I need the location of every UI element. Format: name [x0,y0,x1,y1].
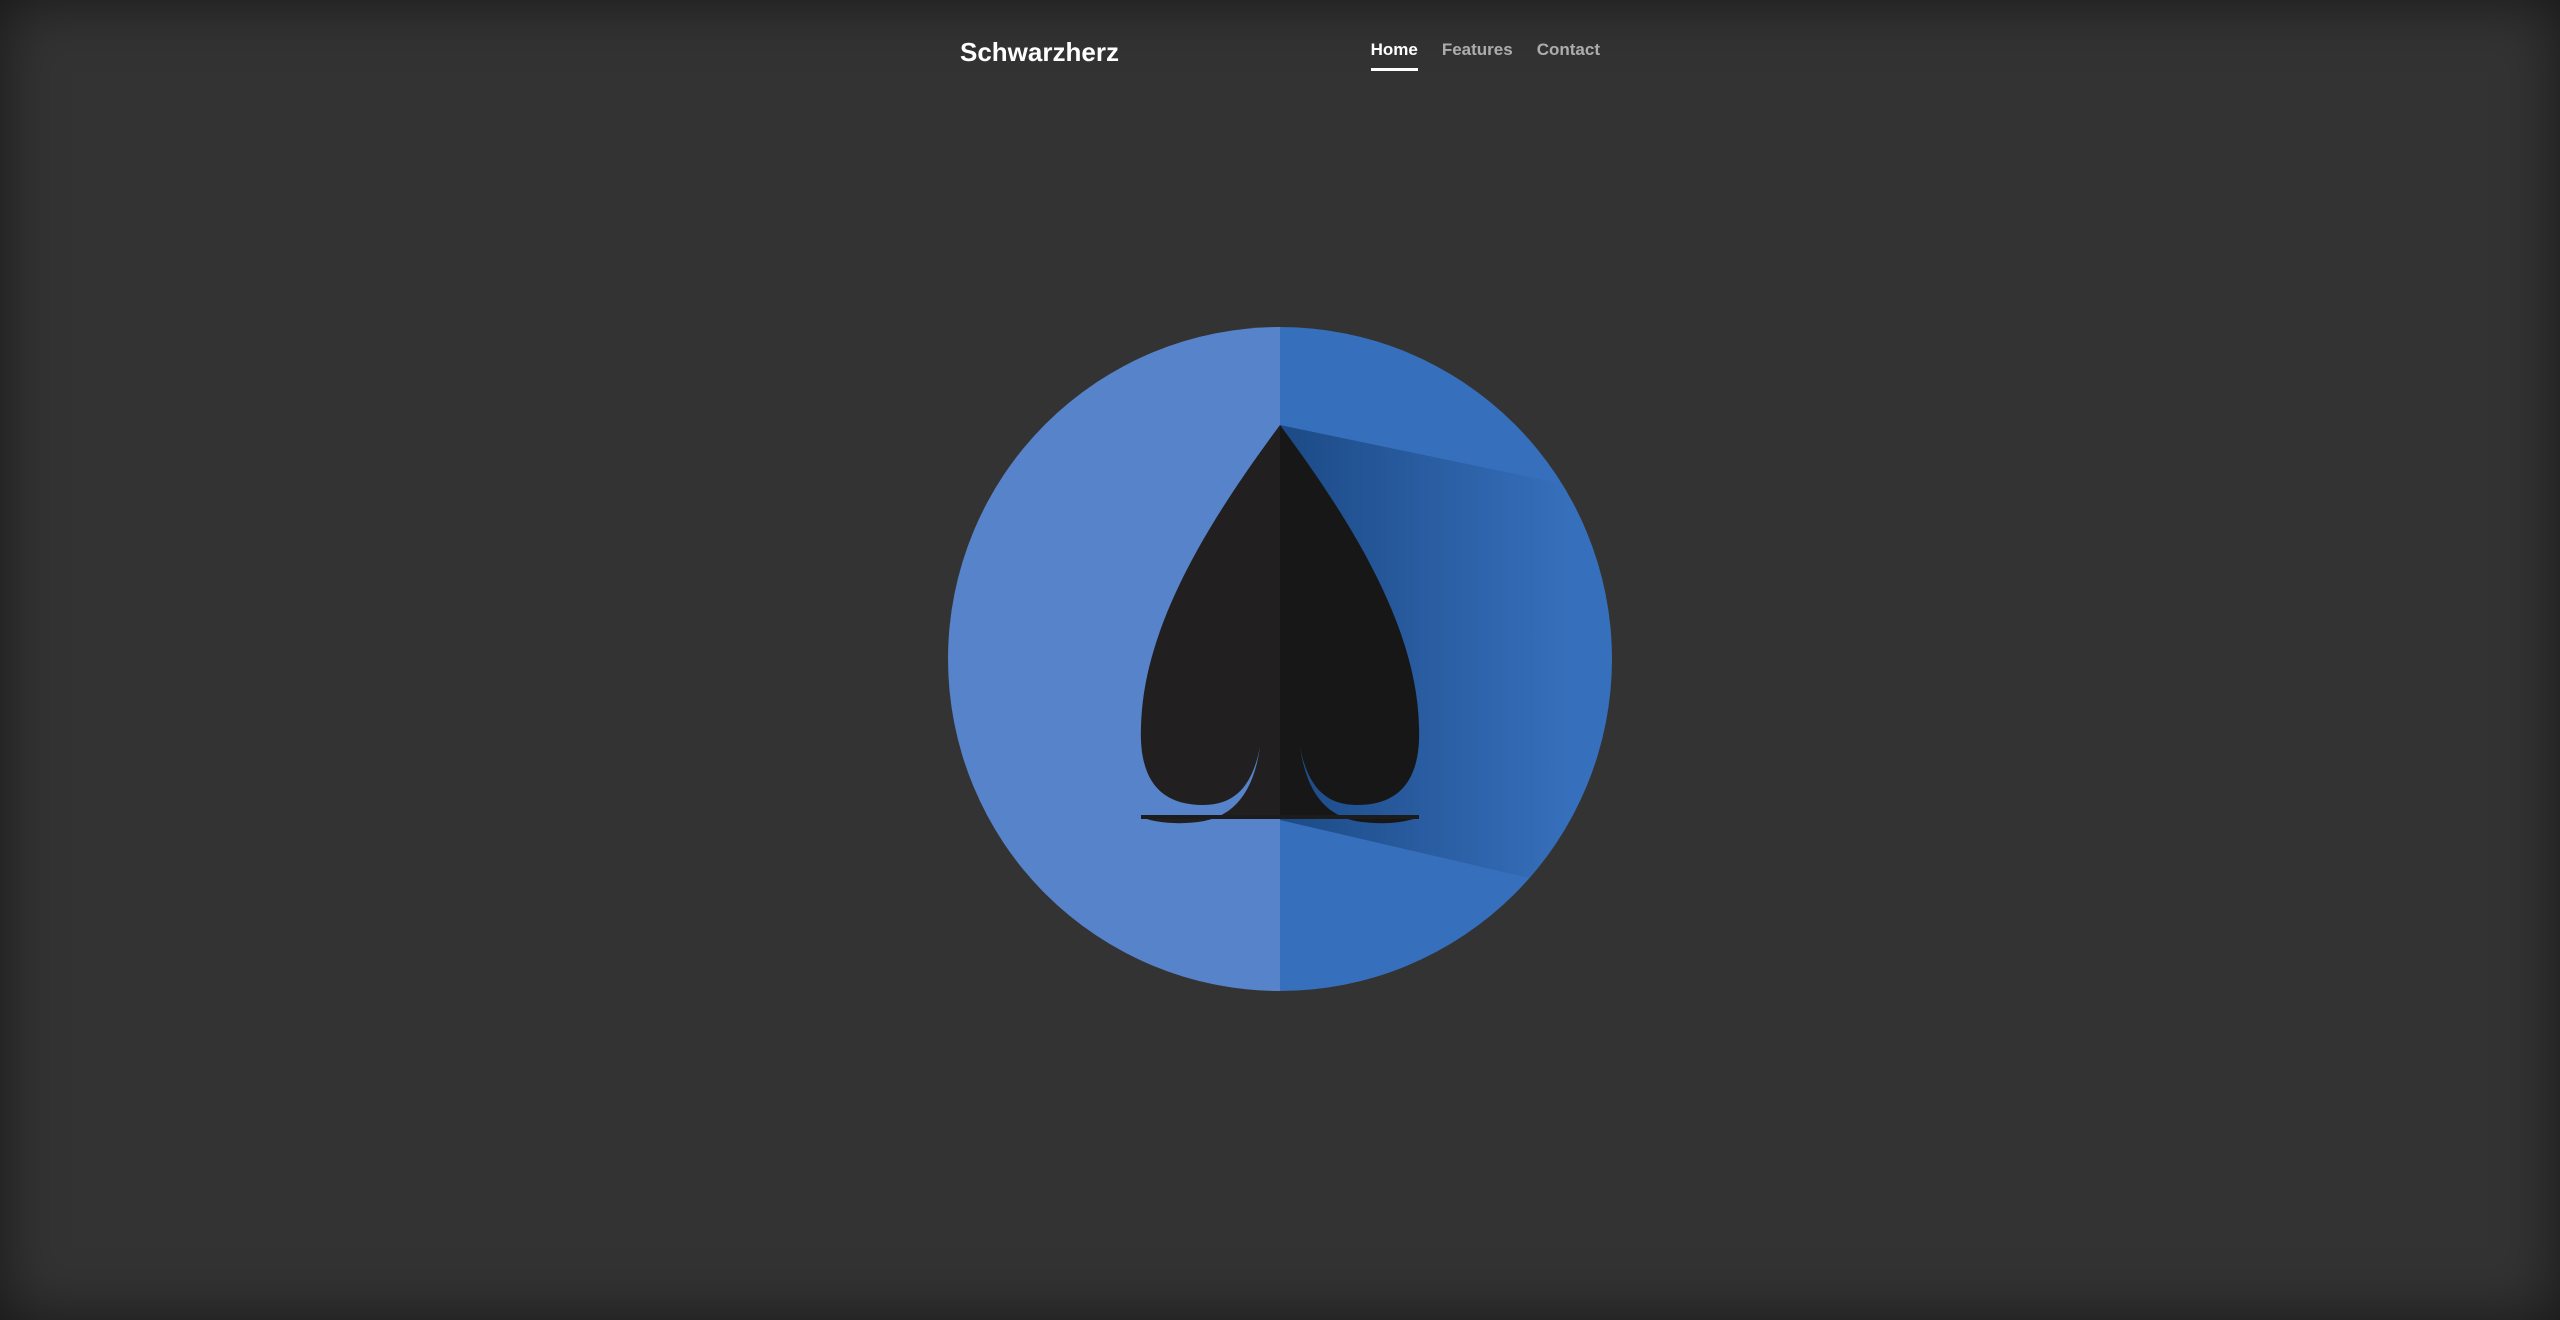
main-nav: Home Features Contact [1370,38,1600,71]
masthead: Schwarzherz Home Features Contact [960,0,1600,110]
nav-link-features[interactable]: Features [1442,38,1513,71]
nav-link-home[interactable]: Home [1370,38,1418,71]
brand-title[interactable]: Schwarzherz [960,36,1119,68]
spade-base [1141,815,1419,819]
nav-link-contact[interactable]: Contact [1537,38,1600,71]
spade-icon [948,327,1612,991]
page: Schwarzherz Home Features Contact [0,0,2560,1320]
spade-logo [948,327,1612,991]
